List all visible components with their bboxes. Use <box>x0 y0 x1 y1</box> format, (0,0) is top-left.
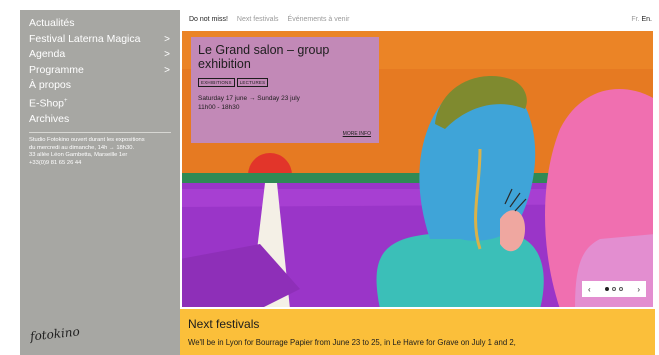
sidebar-divider <box>29 132 171 133</box>
more-info-link[interactable]: MORE INFO <box>343 131 371 137</box>
next-festivals-heading: Next festivals <box>188 317 260 331</box>
chevron-right-icon: > <box>164 49 170 60</box>
nav-item-label: Programme <box>29 63 84 76</box>
event-title[interactable]: Le Grand salon – group exhibition <box>198 43 372 71</box>
event-date-range: Saturday 17 june → Sunday 23 july <box>198 95 300 102</box>
slider-pager: ‹ › <box>582 281 646 297</box>
nav-item-label: Archives <box>29 112 70 125</box>
nav-item-archives[interactable]: Archives <box>29 112 172 128</box>
next-festivals-panel: Next festivals We'll be in Lyon for Bour… <box>180 309 655 355</box>
tag-exhibitions[interactable]: EXHIBITIONS <box>198 78 235 87</box>
top-bar: Do not miss! Next festivals Événements à… <box>180 10 655 28</box>
studio-info: Studio Fotokino ouvert durant les exposi… <box>29 137 172 167</box>
nav-item-festival-laterna-magica[interactable]: Festival Laterna Magica > <box>29 32 172 48</box>
nav-item-label: Agenda <box>29 48 66 60</box>
lang-en-link[interactable]: En. <box>641 16 652 23</box>
nav-item-a-propos[interactable]: À propos <box>29 78 172 94</box>
event-dates: Saturday 17 june → Sunday 23 july 11h00 … <box>198 95 372 112</box>
tab-do-not-miss[interactable]: Do not miss! <box>189 16 228 23</box>
nav-item-label: Actualités <box>29 17 75 29</box>
nav-item-label-wrap: E-Shop+ <box>29 94 68 112</box>
hero-slider: Le Grand salon – group exhibition EXHIBI… <box>180 29 655 309</box>
tag-lectures[interactable]: LECTURES <box>236 78 269 87</box>
chevron-right-icon[interactable]: › <box>637 285 640 294</box>
info-line: Studio Fotokino ouvert durant les exposi… <box>29 137 145 143</box>
nav-item-actualites[interactable]: Actualités <box>29 16 172 32</box>
nav-item-agenda[interactable]: Agenda > <box>29 47 172 63</box>
slide-dots <box>605 287 623 291</box>
external-mark: + <box>64 97 68 104</box>
nav-item-label: E-Shop <box>29 97 65 109</box>
event-hours: 11h00 - 18h30 <box>198 103 240 111</box>
chevron-right-icon: > <box>164 33 170 45</box>
event-card[interactable]: Le Grand salon – group exhibition EXHIBI… <box>191 37 379 143</box>
info-line: +33(0)9 81 65 26 44 <box>29 159 82 166</box>
nav-item-programme[interactable]: Programme > <box>29 63 172 79</box>
info-line: du mercredi au dimanche, 14h → 18h30. <box>29 144 135 151</box>
nav-item-e-shop[interactable]: E-Shop+ <box>29 94 172 112</box>
main-nav: Actualités Festival Laterna Magica > Age… <box>29 16 172 127</box>
event-tags: EXHIBITIONS LECTURES <box>198 78 372 87</box>
slide-dot[interactable] <box>612 287 616 291</box>
nav-item-label: À propos <box>29 79 72 91</box>
tab-next-festivals[interactable]: Next festivals <box>237 16 279 23</box>
sidebar: Actualités Festival Laterna Magica > Age… <box>20 10 180 355</box>
next-festivals-text: We'll be in Lyon for Bourrage Papier fro… <box>188 338 516 347</box>
lang-fr-link[interactable]: Fr. <box>631 16 639 23</box>
info-line: 33 allée Léon Gambetta, Marseille 1er <box>29 152 128 159</box>
chevron-right-icon: > <box>164 64 170 76</box>
fotokino-logo[interactable]: fotokino <box>29 324 80 343</box>
chevron-left-icon[interactable]: ‹ <box>588 285 591 294</box>
language-switcher: Fr. En. <box>631 16 652 23</box>
slide-dot[interactable] <box>605 287 609 291</box>
tab-evenements-a-venir[interactable]: Événements à venir <box>288 16 350 23</box>
nav-item-label: Festival Laterna Magica <box>29 32 141 45</box>
slide-dot[interactable] <box>619 287 623 291</box>
